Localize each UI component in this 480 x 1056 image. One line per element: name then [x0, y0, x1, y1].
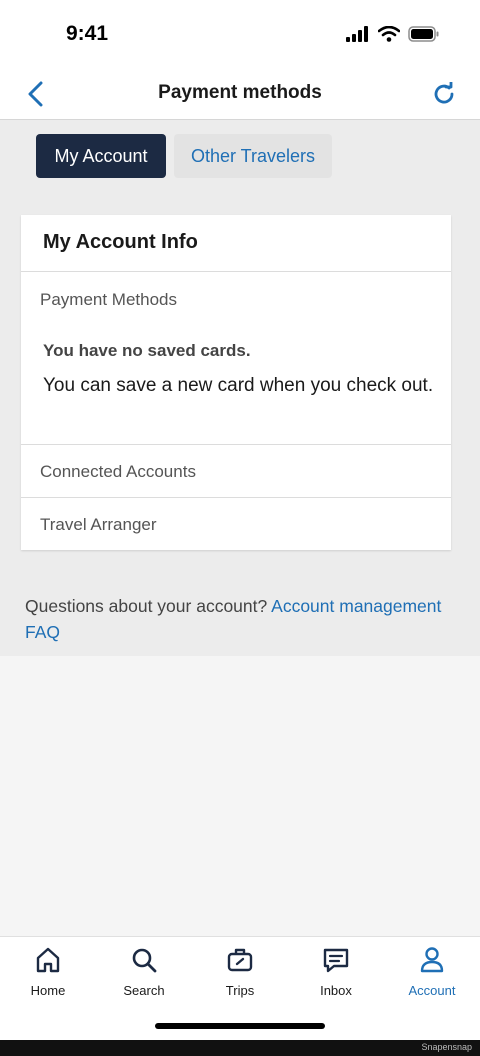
travel-arranger-item[interactable]: Travel Arranger: [40, 515, 157, 535]
tab-other-travelers[interactable]: Other Travelers: [174, 134, 332, 178]
wifi-icon: [378, 26, 400, 42]
signal-icon: [346, 26, 368, 42]
message-icon: [323, 948, 349, 973]
battery-icon: [408, 26, 439, 42]
tabbar-item-search[interactable]: Search: [96, 945, 192, 1005]
nav-bar: Payment methods: [0, 70, 480, 120]
payment-methods-label[interactable]: Payment Methods: [40, 290, 177, 310]
no-saved-cards-text: You have no saved cards.: [43, 341, 251, 360]
status-bar: 9:41: [0, 0, 480, 70]
home-indicator: [155, 1023, 325, 1029]
watermark: Snapensnap: [421, 1042, 472, 1052]
divider: [21, 444, 451, 445]
search-icon: [132, 948, 157, 973]
refresh-button[interactable]: [428, 78, 460, 110]
tabbar-item-inbox[interactable]: Inbox: [288, 945, 384, 1005]
card-title: My Account Info: [43, 231, 198, 253]
account-info-card: My Account Info Payment Methods You have…: [21, 215, 451, 550]
home-icon: [36, 947, 60, 973]
divider: [21, 271, 451, 272]
tab-my-account[interactable]: My Account: [36, 134, 166, 178]
tabbar-item-account[interactable]: Account: [384, 945, 480, 1005]
tabbar-label-trips: Trips: [225, 983, 255, 998]
tabbar-label-search: Search: [123, 983, 165, 998]
bottom-strip: Snapensnap: [0, 1040, 480, 1056]
faq-question: Questions about your account?: [25, 596, 272, 616]
connected-accounts-item[interactable]: Connected Accounts: [40, 462, 196, 482]
status-icons: [346, 26, 440, 42]
faq-text: Questions about your account? Account ma…: [25, 593, 445, 645]
tabbar-item-home[interactable]: Home: [0, 945, 96, 1005]
divider: [21, 497, 451, 498]
person-icon: [420, 947, 444, 973]
tabbar-label-inbox: Inbox: [320, 983, 352, 998]
refresh-icon: [434, 82, 454, 104]
tabbar-label-home: Home: [30, 983, 66, 998]
save-card-hint: You can save a new card when you check o…: [43, 375, 434, 396]
page-title: Payment methods: [158, 82, 322, 103]
tabbar-label-account: Account: [408, 983, 456, 998]
briefcase-icon: [227, 948, 253, 972]
content-area: My Account Other Travelers My Account In…: [0, 120, 480, 656]
tabbar-item-trips[interactable]: Trips: [192, 945, 288, 1005]
status-time: 9:41: [66, 22, 109, 45]
